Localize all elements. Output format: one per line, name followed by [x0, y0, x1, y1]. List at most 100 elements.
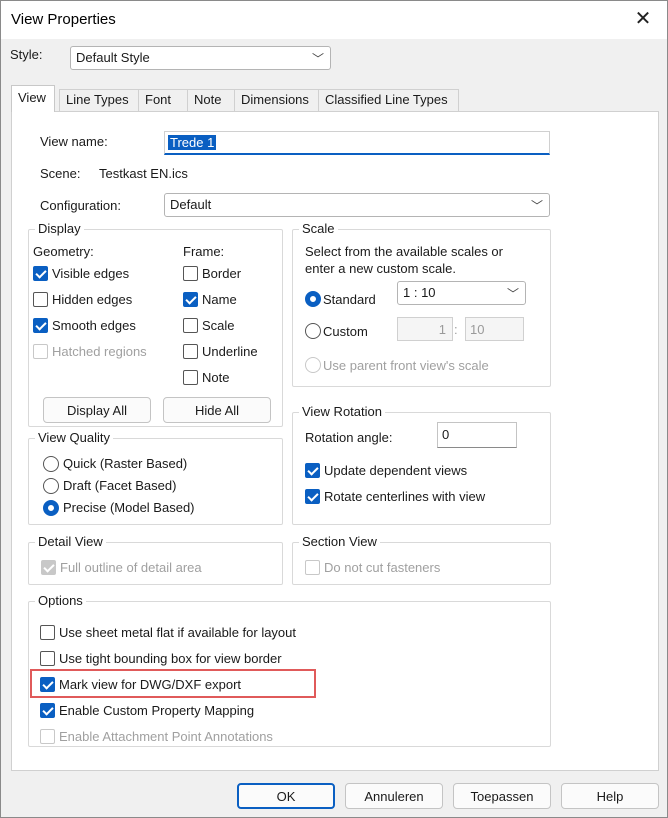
custom-radio[interactable] [305, 323, 321, 339]
custom-property-mapping-checkbox[interactable] [40, 703, 55, 718]
scale-desc-line2: enter a new custom scale. [305, 261, 457, 276]
precise-radio[interactable] [43, 500, 59, 516]
sheet-metal-flat-checkbox[interactable] [40, 625, 55, 640]
dialog-title: View Properties [11, 11, 116, 28]
configuration-value: Default [170, 197, 212, 212]
scale-checkbox[interactable] [183, 318, 198, 333]
view-name-input[interactable]: Trede 1 [164, 131, 550, 155]
standard-scale-select[interactable]: 1 : 10 ﹀ [397, 281, 526, 305]
hide-all-button[interactable]: Hide All [163, 397, 271, 423]
rotate-centerlines-checkbox[interactable] [305, 489, 320, 504]
tab-classified-line-types-label: Classified Line Types [325, 92, 448, 107]
apply-button[interactable]: Toepassen [453, 783, 551, 809]
hatched-regions-label: Hatched regions [52, 344, 147, 359]
hidden-edges-checkbox[interactable] [33, 292, 48, 307]
underline-label: Underline [202, 344, 258, 359]
custom-separator: : [454, 322, 458, 337]
rotate-centerlines-label: Rotate centerlines with view [324, 489, 486, 504]
ok-button[interactable]: OK [237, 783, 335, 809]
draft-label: Draft (Facet Based) [63, 478, 177, 493]
quick-label: Quick (Raster Based) [63, 456, 188, 471]
hatched-regions-checkbox [33, 344, 48, 359]
tab-line-types[interactable]: Line Types [59, 89, 139, 111]
scene-value: Testkast EN.ics [99, 166, 188, 181]
view-properties-dialog: View Properties ✕ Style: Default Style ﹀… [0, 0, 668, 818]
configuration-select[interactable]: Default ﹀ [164, 193, 550, 217]
full-outline-checkbox [41, 560, 56, 575]
detail-view-title: Detail View [35, 534, 106, 549]
tab-classified-line-types[interactable]: Classified Line Types [318, 89, 459, 111]
custom-denominator-input: 10 [465, 317, 524, 341]
tab-dimensions-label: Dimensions [241, 92, 309, 107]
standard-label: Standard [323, 292, 376, 307]
update-dependent-label: Update dependent views [324, 463, 468, 478]
note-label: Note [202, 370, 230, 385]
parent-scale-label: Use parent front view's scale [323, 358, 489, 373]
geometry-label: Geometry: [33, 244, 94, 259]
view-name-label: View name: [40, 134, 108, 149]
visible-edges-label: Visible edges [52, 266, 130, 281]
rotation-angle-input[interactable]: 0 [437, 422, 517, 448]
smooth-edges-checkbox[interactable] [33, 318, 48, 333]
chevron-down-icon: ﹀ [530, 199, 543, 213]
help-button[interactable]: Help [561, 783, 659, 809]
tab-note[interactable]: Note [187, 89, 235, 111]
border-checkbox[interactable] [183, 266, 198, 281]
scene-label: Scene: [40, 166, 81, 181]
style-select[interactable]: Default Style ﹀ [70, 46, 331, 70]
view-rotation-group: View Rotation Rotation angle: 0 Update d… [292, 404, 551, 525]
border-label: Border [202, 266, 242, 281]
attachment-point-label: Enable Attachment Point Annotations [59, 729, 273, 744]
close-icon[interactable]: ✕ [627, 5, 659, 35]
custom-numerator-input: 1 [397, 317, 453, 341]
smooth-edges-label: Smooth edges [52, 318, 136, 333]
attachment-point-checkbox [40, 729, 55, 744]
update-dependent-checkbox[interactable] [305, 463, 320, 478]
tab-note-label: Note [194, 92, 222, 107]
display-group: Display Geometry: Frame: Visible edges H… [28, 221, 283, 427]
style-value: Default Style [76, 50, 150, 65]
scale-group: Scale Select from the available scales o… [292, 221, 551, 387]
quick-radio[interactable] [43, 456, 59, 472]
visible-edges-checkbox[interactable] [33, 266, 48, 281]
note-checkbox[interactable] [183, 370, 198, 385]
section-view-group: Section View Do not cut fasteners [292, 534, 551, 585]
chevron-down-icon: ﹀ [506, 287, 519, 301]
view-quality-group: View Quality Quick (Raster Based) Draft … [28, 430, 283, 525]
custom-property-mapping-label: Enable Custom Property Mapping [59, 703, 255, 718]
scale-desc-line1: Select from the available scales or [305, 244, 503, 259]
tight-bounding-box-checkbox[interactable] [40, 651, 55, 666]
do-not-cut-fasteners-label: Do not cut fasteners [324, 560, 441, 575]
underline-checkbox[interactable] [183, 344, 198, 359]
title-bar: View Properties ✕ [1, 1, 667, 39]
tab-font[interactable]: Font [138, 89, 188, 111]
view-name-value: Trede 1 [168, 135, 217, 150]
cancel-button[interactable]: Annuleren [345, 783, 443, 809]
standard-radio[interactable] [305, 291, 321, 307]
parent-scale-radio [305, 357, 321, 373]
tab-dimensions[interactable]: Dimensions [234, 89, 319, 111]
configuration-label: Configuration: [40, 198, 121, 213]
options-title: Options [35, 593, 86, 608]
section-view-title: Section View [299, 534, 380, 549]
name-checkbox[interactable] [183, 292, 198, 307]
scale-group-title: Scale [299, 221, 338, 236]
name-label: Name [202, 292, 237, 307]
hidden-edges-label: Hidden edges [52, 292, 133, 307]
highlight-box [30, 669, 316, 698]
tight-bounding-box-label: Use tight bounding box for view border [59, 651, 282, 666]
display-group-title: Display [35, 221, 84, 236]
standard-scale-value: 1 : 10 [403, 285, 436, 300]
tab-line-types-label: Line Types [66, 92, 129, 107]
chevron-down-icon: ﹀ [311, 52, 324, 66]
tab-view[interactable]: View [11, 85, 55, 112]
display-all-button[interactable]: Display All [43, 397, 151, 423]
frame-label: Frame: [183, 244, 225, 259]
detail-view-group: Detail View Full outline of detail area [28, 534, 283, 585]
scale-label: Scale [202, 318, 235, 333]
draft-radio[interactable] [43, 478, 59, 494]
style-label: Style: [10, 47, 43, 62]
tab-font-label: Font [145, 92, 172, 107]
view-rotation-title: View Rotation [299, 404, 385, 419]
view-quality-title: View Quality [35, 430, 114, 445]
